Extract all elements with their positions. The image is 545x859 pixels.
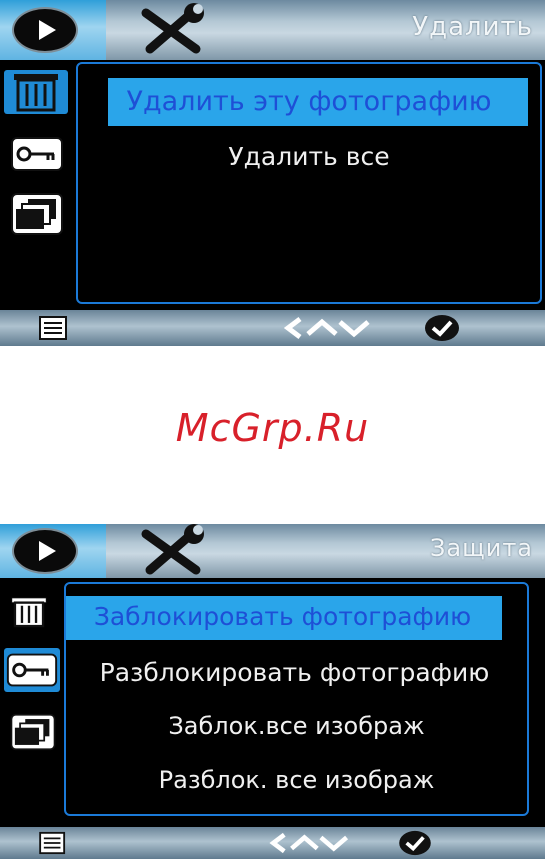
trash-icon[interactable] <box>4 70 68 114</box>
trash-icon[interactable] <box>4 590 54 634</box>
slideshow-icon[interactable] <box>8 710 58 754</box>
navigate-arrows-icon[interactable] <box>282 316 372 340</box>
menu-icon[interactable] <box>38 831 70 855</box>
playback-tab[interactable] <box>0 524 106 578</box>
menu-item-delete-this[interactable]: Удалить эту фотографию <box>78 86 540 117</box>
menu-item-unlock-photo[interactable]: Разблокировать фотографию <box>64 658 525 687</box>
tools-icon[interactable] <box>132 524 212 578</box>
page-title: Защита <box>430 534 533 562</box>
menu-item-unlock-all[interactable]: Разблок. все изображ <box>66 766 527 794</box>
top-bar: Удалить <box>0 0 545 60</box>
playback-tab[interactable] <box>0 0 106 60</box>
menu-panel: Заблокировать фотографию Разблокировать … <box>64 582 529 816</box>
key-icon[interactable] <box>8 132 66 176</box>
menu-item-lock-all[interactable]: Заблок.все изображ <box>66 712 527 740</box>
key-icon[interactable] <box>4 648 60 692</box>
top-bar: Защита <box>0 524 545 578</box>
menu-panel: Удалить эту фотографию Удалить все <box>76 62 542 304</box>
tools-icon[interactable] <box>132 3 212 57</box>
menu-item-delete-all[interactable]: Удалить все <box>78 142 540 171</box>
bottom-bar <box>0 827 545 859</box>
play-icon <box>12 7 78 53</box>
confirm-check-icon[interactable] <box>424 314 460 342</box>
protect-screen: Защита Заблокировать фотографию Разблоки… <box>0 524 545 859</box>
slideshow-icon[interactable] <box>8 192 66 236</box>
page-title: Удалить <box>412 12 533 42</box>
bottom-bar <box>0 310 545 346</box>
delete-screen: Удалить Удалить эту фотографию Удалить в… <box>0 0 545 346</box>
play-icon <box>12 528 78 574</box>
menu-icon[interactable] <box>38 315 72 341</box>
watermark-text: McGrp.Ru <box>175 406 370 450</box>
menu-item-lock-photo[interactable]: Заблокировать фотографию <box>52 602 513 631</box>
confirm-check-icon[interactable] <box>398 830 432 856</box>
navigate-arrows-icon[interactable] <box>264 832 354 854</box>
